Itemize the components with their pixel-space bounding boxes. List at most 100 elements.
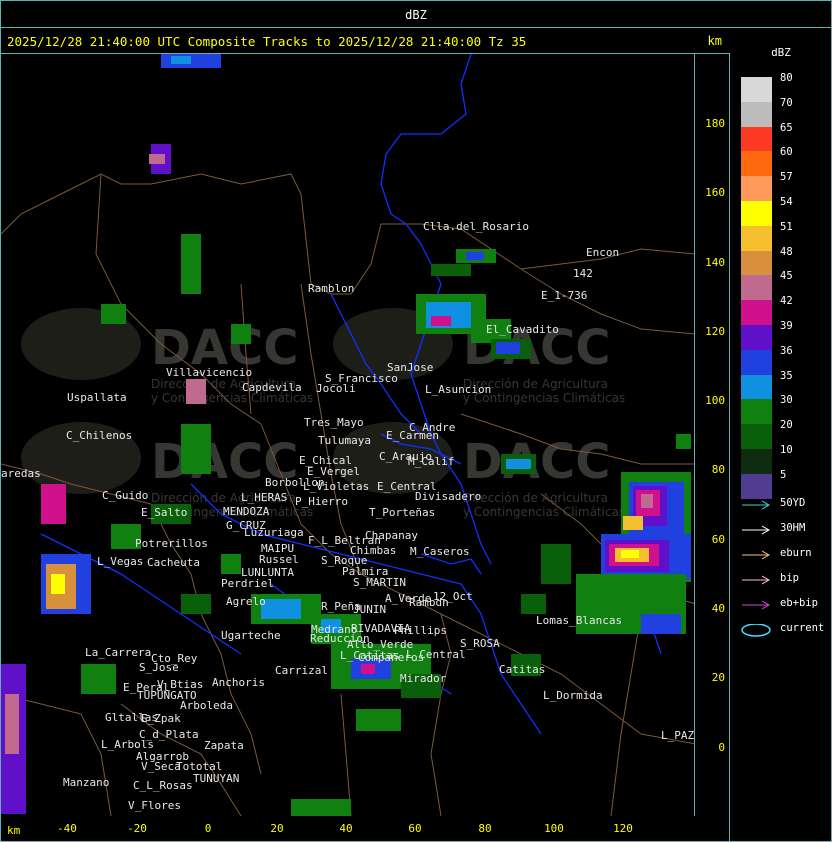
legend-swatch-36 xyxy=(741,349,772,375)
place-label: 142 xyxy=(573,267,593,280)
legend-label-10: 10 xyxy=(780,444,793,456)
legend-label-5: 5 xyxy=(780,468,787,481)
place-label: aredas xyxy=(1,467,41,480)
legend-label-30: 30 xyxy=(780,394,793,407)
y-tick-60: 60 xyxy=(711,533,725,546)
track-label: bip xyxy=(780,572,799,584)
radar-map-canvas[interactable]: DACC Dirección de Agricultura y Continge… xyxy=(1,54,695,816)
legend-label-51: 51 xyxy=(780,220,793,233)
legend-label-35: 35 xyxy=(780,369,793,382)
svg-text:DACC: DACC xyxy=(463,434,610,490)
track-arrow-icon xyxy=(742,575,771,585)
place-label: Ramblon xyxy=(308,282,354,295)
place-label: L_Central xyxy=(406,648,466,661)
place-label: Russel xyxy=(259,553,299,566)
place-label: Carrizal xyxy=(275,664,328,677)
place-label: V_Seca xyxy=(141,760,181,773)
legend-swatch-45 xyxy=(741,275,772,301)
place-label: Ugarteche xyxy=(221,629,281,642)
y-tick-140: 140 xyxy=(705,256,725,269)
track-arrow-icon xyxy=(742,500,771,510)
legend-label-65: 65 xyxy=(780,121,793,134)
place-label: Clla.del_Rosario xyxy=(423,220,529,233)
legend-swatch-42 xyxy=(741,300,772,326)
track-arrow-icon xyxy=(742,550,771,560)
place-label: Divisadero xyxy=(415,490,481,503)
place-label: L_PAZ xyxy=(661,729,694,742)
legend-swatch-5 xyxy=(741,473,772,499)
track-label: 30HM xyxy=(780,522,806,534)
legend-label-36: 36 xyxy=(780,344,793,357)
place-label: Arboleda xyxy=(180,699,233,712)
legend-title: dBZ xyxy=(771,46,791,59)
place-label: JUNIN xyxy=(353,603,386,616)
place-label: El_Cavadito xyxy=(486,323,559,336)
place-label: E_Salto xyxy=(141,506,187,519)
place-label: L_Asuncion xyxy=(425,383,491,396)
window-title: dBZ xyxy=(405,8,427,22)
place-label: C_Guido xyxy=(102,489,148,502)
legend-swatch-51 xyxy=(741,225,772,251)
place-label: TUNUYAN xyxy=(193,772,239,785)
track-legend-current: current xyxy=(740,622,830,637)
place-label: E_1-736 xyxy=(541,289,587,302)
place-label: SanJose xyxy=(387,361,433,374)
place-label: T_Porteñas xyxy=(369,506,435,519)
place-label: Perdriel xyxy=(221,577,274,590)
svg-text:Dirección de Agricultura: Dirección de Agricultura xyxy=(463,491,608,505)
place-label: L_Violetas xyxy=(303,480,369,493)
place-label: L_Vegas xyxy=(97,555,143,568)
radar-map[interactable]: DACC Dirección de Agricultura y Continge… xyxy=(0,54,695,816)
track-legend-bip: bip xyxy=(740,572,830,586)
track-legend-50YD: 50YD xyxy=(740,497,830,511)
legend-swatch-57 xyxy=(741,176,772,202)
place-label: S_MARTIN xyxy=(353,576,406,589)
x-tick-100: 100 xyxy=(544,822,564,835)
x-tick-20: 20 xyxy=(270,822,284,835)
place-label: E_Zpak xyxy=(141,712,181,725)
place-label: Potrerillos xyxy=(135,537,208,550)
x-tick--20: -20 xyxy=(127,822,147,835)
legend-swatch-65 xyxy=(741,126,772,152)
y-tick-100: 100 xyxy=(705,394,725,407)
track-label: eburn xyxy=(780,547,812,559)
place-label: Tulumaya xyxy=(318,434,371,447)
legend-swatch-48 xyxy=(741,250,772,276)
place-label: C_Andre xyxy=(409,421,455,434)
place-label: Capdevila xyxy=(242,381,302,394)
place-label: La_Carrera xyxy=(85,646,151,659)
legend-swatch-54 xyxy=(741,201,772,226)
place-label: Agrelo xyxy=(226,595,266,608)
legend-swatch-39 xyxy=(741,325,772,350)
track-arrow-icon xyxy=(742,600,771,610)
y-axis: 180 160 140 120 100 80 60 40 20 0 xyxy=(695,54,730,816)
legend-swatch-30 xyxy=(741,399,772,425)
x-tick-0: 0 xyxy=(204,822,212,835)
y-tick-20: 20 xyxy=(711,671,725,684)
y-tick-160: 160 xyxy=(705,186,725,199)
place-label: Zapata xyxy=(204,739,244,752)
place-label: P_Hierro xyxy=(295,495,348,508)
place-label: S_Roque xyxy=(321,554,367,567)
place-label: L_Dormida xyxy=(543,689,603,702)
y-tick-0: 0 xyxy=(718,741,725,754)
y-tick-80: 80 xyxy=(711,463,725,476)
place-label: Villavicencio xyxy=(166,366,252,379)
legend-swatch-80 xyxy=(741,77,772,102)
legend-swatch-10 xyxy=(741,449,772,474)
place-label: Cacheuta xyxy=(147,556,200,569)
svg-text:y Contingencias Climáticas: y Contingencias Climáticas xyxy=(463,505,625,519)
legend-label-57: 57 xyxy=(780,171,793,184)
place-label: Tres_Mayo xyxy=(304,416,364,429)
legend-label-80: 80 xyxy=(780,72,793,84)
place-label: M_Calif xyxy=(408,455,454,468)
track-legend-30HM: 30HM xyxy=(740,522,830,536)
dbz-legend: dBZ 80 70 65 60 57 54 51 48 45 42 39 36 35 30 20 10 5 50Y… xyxy=(730,28,832,842)
legend-label-20: 20 xyxy=(780,419,793,432)
place-label: C_Chilenos xyxy=(66,429,132,442)
y-axis-unit: km xyxy=(707,34,722,48)
place-label: S_ROSA xyxy=(460,637,500,650)
place-label: Luzuriaga xyxy=(244,526,304,539)
legend-swatch-35 xyxy=(741,374,772,400)
track-label: 50YD xyxy=(780,497,806,509)
